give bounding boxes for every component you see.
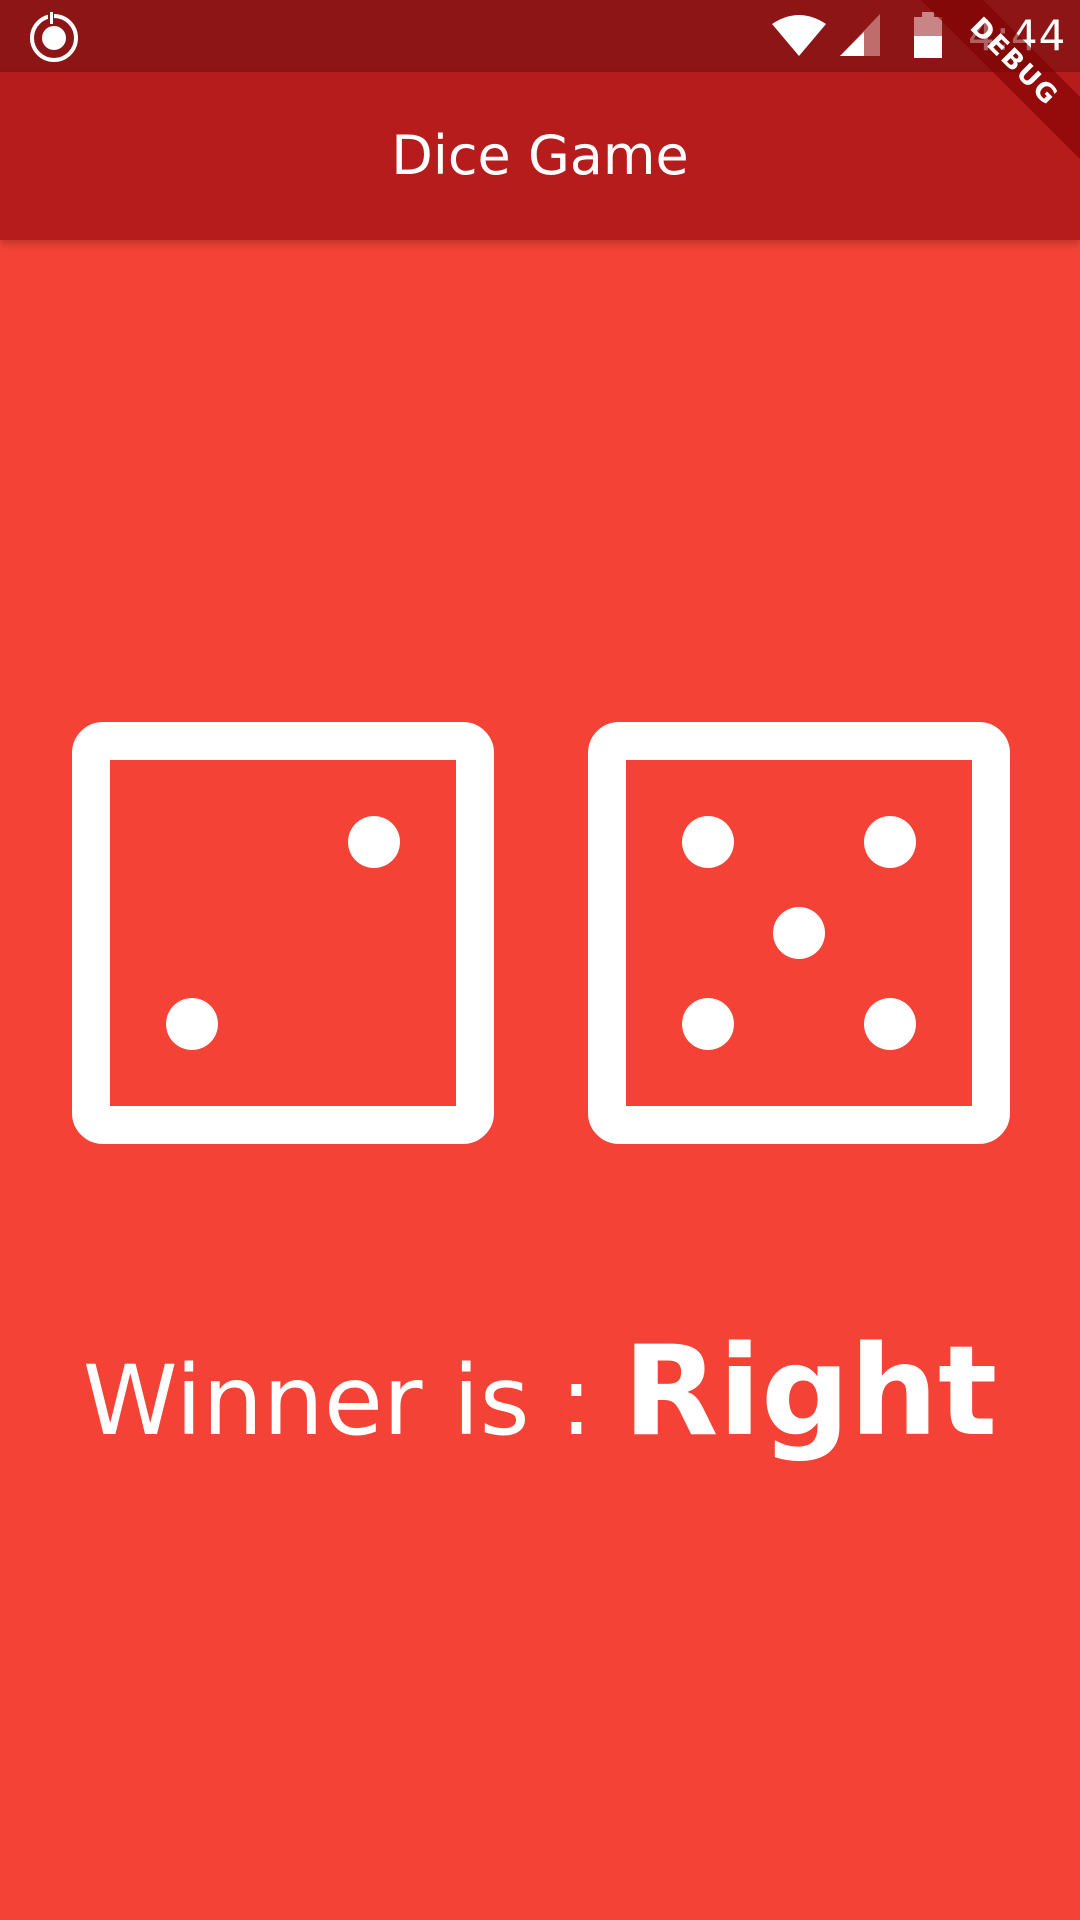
app-title: Dice Game (391, 124, 689, 187)
cell-signal-icon (840, 14, 880, 56)
right-die-button[interactable] (588, 722, 1010, 1144)
die-pip (773, 907, 825, 959)
winner-value: Right (622, 1320, 998, 1464)
dice-five-icon (588, 722, 1010, 1144)
status-bar: 4:44 (0, 0, 1080, 72)
wifi-icon (772, 15, 826, 56)
app-notification-icon (30, 12, 78, 62)
winner-label: Winner is : (82, 1345, 623, 1457)
app-bar: Dice Game (0, 72, 1080, 240)
die-pip (864, 998, 916, 1050)
battery-icon (914, 12, 942, 58)
die-pip (682, 816, 734, 868)
left-die-button[interactable] (72, 722, 494, 1144)
dice-two-icon (72, 722, 494, 1144)
status-time: 4:44 (968, 11, 1067, 60)
die-pip (864, 816, 916, 868)
die-pip (682, 998, 734, 1050)
left-die-pips (166, 816, 400, 1050)
die-pip (348, 816, 400, 868)
right-die-pips (682, 816, 916, 1050)
dice-game-screen: 4:44 Dice Game DEBUG Winner is : Right (0, 0, 1080, 1920)
winner-text: Winner is : Right (0, 1320, 1080, 1464)
die-pip (166, 998, 218, 1050)
